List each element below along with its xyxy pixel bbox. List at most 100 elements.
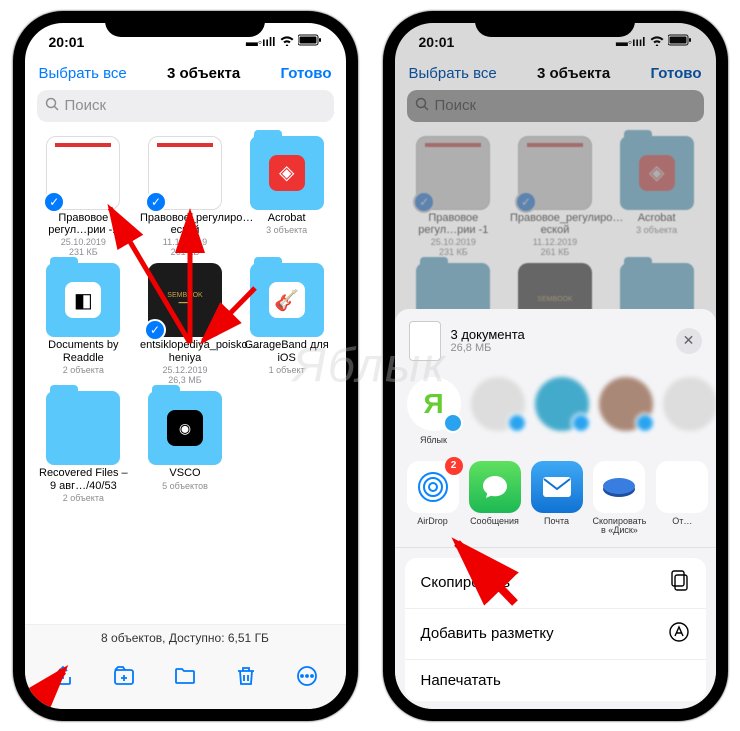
folder-thumbnail: ◧ <box>46 263 120 337</box>
airdrop-contacts-row: Я Яблык <box>395 371 716 455</box>
folder-item[interactable]: 🎸 GarageBand для iOS 1 объект <box>238 263 336 385</box>
share-sheet: 3 документа 26,8 МБ ✕ Я Яблык <box>395 309 716 709</box>
file-item[interactable]: ✓ Правовое регул…рии -1 25.10.2019231 КБ <box>35 136 133 258</box>
footer-info: 8 объектов, Доступно: 6,51 ГБ <box>25 624 346 651</box>
folder-name: GarageBand для iOS <box>242 339 332 363</box>
airdrop-app[interactable]: 2 AirDrop <box>407 461 459 535</box>
folder-item[interactable]: ◈ Acrobat 3 объекта <box>238 136 336 258</box>
contact-item[interactable]: Я Яблык <box>407 377 461 445</box>
contact-item[interactable] <box>599 377 653 445</box>
selected-check-icon: ✓ <box>144 319 166 341</box>
vsco-icon: ◉ <box>167 410 203 446</box>
sheet-title: 3 документа <box>451 327 525 342</box>
action-label: Добавить разметку <box>421 625 554 642</box>
signal-icon: ▬◦ııll <box>246 35 276 49</box>
more-app[interactable]: От… <box>656 461 708 535</box>
contact-avatar <box>663 377 716 431</box>
file-item[interactable]: SEMBOOK━━━ ✓ entsiklopediya_poisko…heniy… <box>136 263 234 385</box>
messages-app[interactable]: Сообщения <box>469 461 521 535</box>
documents-icon: ◧ <box>65 282 101 318</box>
folder-meta: 2 объекта <box>63 366 104 376</box>
folder-name: Acrobat <box>268 212 306 224</box>
nav-bar: Выбрать все 3 объекта Готово <box>25 61 346 90</box>
more-button[interactable] <box>295 664 319 688</box>
contact-avatar <box>535 377 589 431</box>
selected-check-icon: ✓ <box>43 191 65 213</box>
search-icon <box>45 97 59 115</box>
search-placeholder: Поиск <box>65 97 107 114</box>
screen-right: 20:01 ▬◦ıııl Выбрать все 3 объекта Готов… <box>395 23 716 709</box>
file-meta: 25.12.201926,3 МБ <box>162 366 207 386</box>
close-button[interactable]: ✕ <box>676 328 702 354</box>
mail-icon <box>531 461 583 513</box>
folder-name: VSCO <box>169 467 200 479</box>
markup-icon <box>668 621 690 647</box>
file-grid: ✓ Правовое регул…рии -1 25.10.2019231 КБ… <box>25 132 346 508</box>
nav-title: 3 объекта <box>167 65 240 82</box>
app-name: Почта <box>544 517 569 526</box>
move-button[interactable] <box>173 664 197 688</box>
selected-check-icon: ✓ <box>145 191 167 213</box>
copy-action[interactable]: Скопировать <box>405 558 706 609</box>
file-name: entsiklopediya_poisko…heniya <box>140 339 230 363</box>
action-list: Скопировать Добавить разметку Напечатать <box>405 558 706 701</box>
folder-meta: 5 объектов <box>162 482 208 492</box>
phone-left: 20:01 ▬◦ııll Выбрать все 3 объекта Готов… <box>13 11 358 721</box>
contact-item[interactable] <box>663 377 716 445</box>
file-meta: 11.12.2019261 КБ <box>163 238 207 258</box>
folder-item[interactable]: Recovered Files – 9 авг…/40/53 2 объекта <box>35 391 133 503</box>
new-folder-button[interactable] <box>112 664 136 688</box>
delete-button[interactable] <box>234 664 258 688</box>
messages-icon <box>469 461 521 513</box>
airdrop-icon: 2 <box>407 461 459 513</box>
screen-left: 20:01 ▬◦ııll Выбрать все 3 объекта Готов… <box>25 23 346 709</box>
contact-avatar <box>471 377 525 431</box>
select-all-button[interactable]: Выбрать все <box>39 65 127 82</box>
contact-name: Яблык <box>420 435 447 445</box>
airdrop-badge-icon <box>443 413 463 433</box>
document-stack-icon <box>409 321 441 361</box>
markup-action[interactable]: Добавить разметку <box>405 609 706 660</box>
share-button[interactable] <box>51 664 75 688</box>
bottom-toolbar <box>25 651 346 709</box>
folder-thumbnail: ◈ <box>250 136 324 210</box>
contact-item[interactable] <box>471 377 525 445</box>
search-field[interactable]: Поиск <box>37 90 334 122</box>
disk-app[interactable]: Скопировать в «Диск» <box>593 461 647 535</box>
file-meta: 25.10.2019231 КБ <box>61 238 106 258</box>
done-button[interactable]: Готово <box>280 65 331 82</box>
action-label: Напечатать <box>421 672 501 689</box>
app-name: От… <box>672 517 692 526</box>
folder-meta: 2 объекта <box>63 494 104 504</box>
sheet-header: 3 документа 26,8 МБ ✕ <box>395 309 716 371</box>
mail-app[interactable]: Почта <box>531 461 583 535</box>
yandex-disk-icon <box>593 461 645 513</box>
battery-icon <box>298 34 322 49</box>
status-time: 20:01 <box>49 34 85 50</box>
folder-name: Recovered Files – 9 авг…/40/53 <box>38 467 128 491</box>
folder-name: Documents by Readdle <box>38 339 128 363</box>
phone-right: 20:01 ▬◦ıııl Выбрать все 3 объекта Готов… <box>383 11 728 721</box>
wifi-icon <box>280 35 294 49</box>
garageband-icon: 🎸 <box>269 282 305 318</box>
folder-thumbnail: 🎸 <box>250 263 324 337</box>
app-name: Скопировать в «Диск» <box>593 517 647 535</box>
document-thumbnail: ✓ <box>148 136 222 210</box>
contact-item[interactable] <box>535 377 589 445</box>
action-label: Скопировать <box>421 574 511 591</box>
file-name: Правовое регул…рии -1 <box>38 212 128 236</box>
folder-item[interactable]: ◧ Documents by Readdle 2 объекта <box>35 263 133 385</box>
print-action[interactable]: Напечатать <box>405 660 706 701</box>
notch <box>475 11 635 37</box>
folder-meta: 1 объект <box>269 366 305 376</box>
book-thumbnail: SEMBOOK━━━ ✓ <box>148 263 222 337</box>
contact-avatar <box>599 377 653 431</box>
app-name: AirDrop <box>417 517 448 526</box>
file-item[interactable]: ✓ Правовое_регулиро…еской 11.12.2019261 … <box>136 136 234 258</box>
folder-thumbnail: ◉ <box>148 391 222 465</box>
contact-avatar: Я <box>407 377 461 431</box>
app-name: Сообщения <box>470 517 519 526</box>
copy-icon <box>670 570 690 596</box>
acrobat-icon: ◈ <box>269 155 305 191</box>
folder-item[interactable]: ◉ VSCO 5 объектов <box>136 391 234 503</box>
